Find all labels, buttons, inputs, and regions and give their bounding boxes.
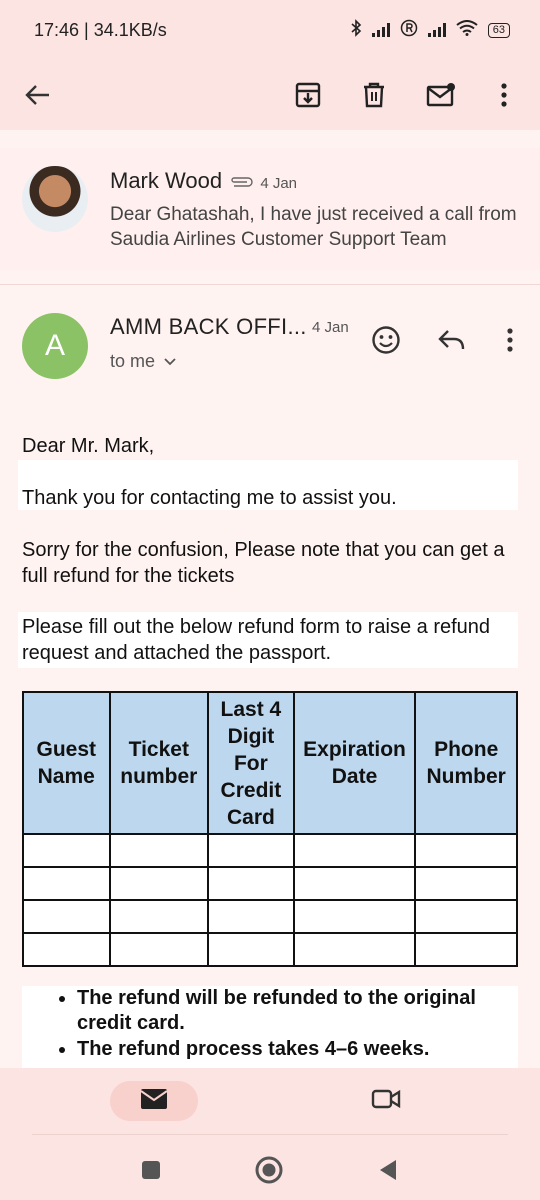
- table-cell: [292, 866, 417, 901]
- thread-date: 4 Jan: [260, 175, 298, 192]
- table-cell: [108, 833, 210, 868]
- nav-mail-button[interactable]: [110, 1081, 198, 1121]
- paragraph: Please fill out the below refund form to…: [22, 616, 491, 664]
- emoji-react-icon[interactable]: [366, 320, 406, 360]
- table-cell: [292, 899, 417, 934]
- column-header: Expiration Date: [292, 691, 417, 835]
- battery-icon: 63: [487, 22, 510, 38]
- list-item: The refund will be refunded to the origi…: [77, 986, 518, 1036]
- thread-snippet: Dear Ghatashah, I have just received a c…: [110, 204, 517, 250]
- reply-icon[interactable]: [432, 320, 472, 360]
- collapsed-message[interactable]: Mark Wood 4 Jan Dear Ghatashah, I have j…: [0, 148, 540, 270]
- table-row: [22, 932, 518, 967]
- column-header: Ticket number: [108, 691, 210, 835]
- table-cell: [207, 932, 295, 967]
- signal-icon: [371, 23, 390, 37]
- mail-icon: [140, 1088, 168, 1115]
- refund-notes: The refund will be refunded to the origi…: [22, 986, 518, 1068]
- status-icons: 63: [350, 19, 510, 41]
- table-cell: [207, 866, 295, 901]
- table-row: [22, 866, 518, 901]
- recipient-label: to me: [110, 351, 156, 371]
- more-vert-icon[interactable]: [482, 73, 526, 117]
- top-toolbar: [0, 60, 540, 130]
- divider: [0, 284, 540, 285]
- table-cell: [414, 833, 518, 868]
- registered-icon: [400, 19, 418, 41]
- status-bar: 17:46 | 34.1KB/s 63: [0, 0, 540, 60]
- table-cell: [22, 899, 111, 934]
- table-cell: [108, 899, 210, 934]
- thread-sender-name: Mark Wood: [110, 168, 223, 193]
- recipient-details[interactable]: to me: [110, 351, 177, 372]
- table-cell: [207, 899, 295, 934]
- nav-meet-button[interactable]: [366, 1081, 406, 1121]
- sender-avatar: A: [22, 313, 88, 379]
- column-header: Last 4 Digit For Credit Card: [207, 691, 295, 835]
- bottom-navigation: [0, 1068, 540, 1200]
- table-cell: [292, 833, 417, 868]
- column-header: Phone Number: [414, 691, 518, 835]
- status-time: 17:46 | 34.1KB/s: [34, 19, 167, 40]
- table-cell: [414, 932, 518, 967]
- avatar: [22, 166, 88, 232]
- archive-icon[interactable]: [286, 73, 330, 117]
- paragraph: Sorry for the confusion, Please note tha…: [22, 539, 505, 587]
- table-cell: [414, 899, 518, 934]
- wifi-icon: [456, 20, 478, 40]
- table-cell: [292, 932, 417, 967]
- list-item: The refund process takes 4–6 weeks.: [77, 1037, 518, 1062]
- video-icon: [371, 1088, 401, 1115]
- divider: [32, 1134, 508, 1135]
- message-more-icon[interactable]: [490, 320, 530, 360]
- back-arrow-icon[interactable]: [16, 73, 60, 117]
- column-header: Guest Name: [22, 691, 111, 835]
- message-sender: AMM BACK OFFI...: [110, 314, 307, 339]
- refund-form-table: Guest Name Ticket number Last 4 Digit Fo…: [22, 691, 518, 967]
- table-cell: [414, 866, 518, 901]
- paragraph: Thank you for contacting me to assist yo…: [22, 487, 397, 509]
- recents-icon[interactable]: [135, 1154, 167, 1186]
- bluetooth-icon: [350, 19, 362, 41]
- table-header-row: Guest Name Ticket number Last 4 Digit Fo…: [22, 691, 518, 835]
- signal-icon-2: [427, 23, 446, 37]
- delete-icon[interactable]: [352, 73, 396, 117]
- table-row: [22, 833, 518, 868]
- home-icon[interactable]: [253, 1154, 285, 1186]
- table-cell: [22, 866, 111, 901]
- message-date: 4 Jan: [312, 319, 349, 336]
- table-cell: [22, 833, 111, 868]
- mark-unread-icon[interactable]: [419, 73, 463, 117]
- thread-sender: Mark Wood 4 Jan: [110, 168, 297, 194]
- table-row: [22, 899, 518, 934]
- greeting: Dear Mr. Mark,: [22, 435, 155, 457]
- table-cell: [207, 833, 295, 868]
- attachment-icon: [228, 168, 260, 193]
- back-icon[interactable]: [372, 1154, 404, 1186]
- chevron-down-icon: [163, 351, 177, 372]
- table-cell: [22, 932, 111, 967]
- table-cell: [108, 932, 210, 967]
- table-cell: [108, 866, 210, 901]
